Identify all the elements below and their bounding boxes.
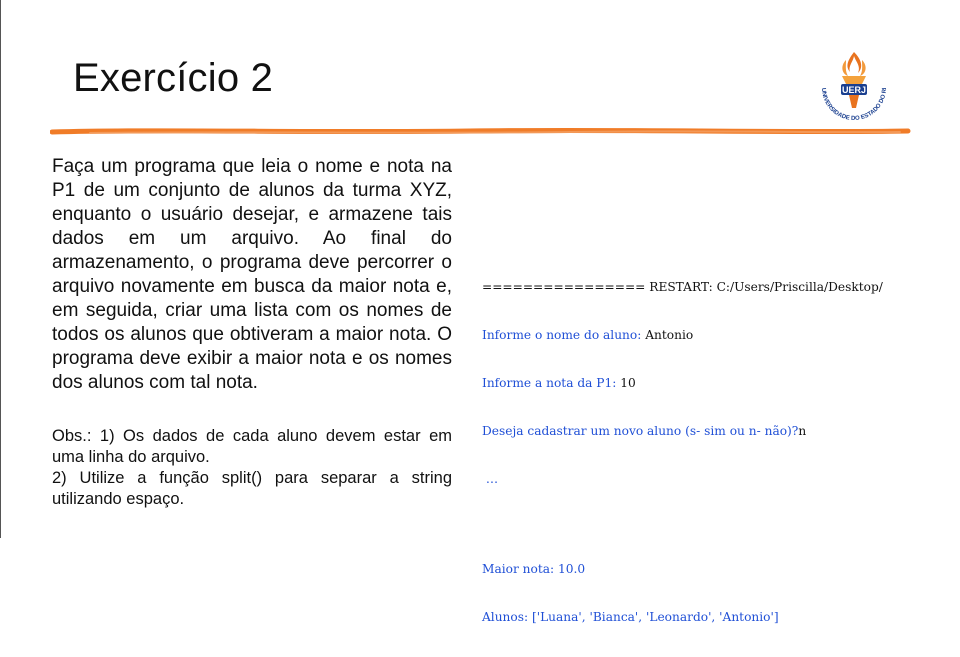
observation-1: Obs.: 1) Os dados de cada aluno devem es… bbox=[52, 427, 452, 466]
orange-divider bbox=[50, 127, 911, 135]
console-grade-input: 10 bbox=[620, 376, 636, 390]
console-grade-prompt: Informe a nota da P1: bbox=[482, 376, 621, 390]
exercise-description: Faça um programa que leia o nome e nota … bbox=[52, 156, 452, 393]
console-output: ================ RESTART: C:/Users/Prisc… bbox=[482, 247, 883, 657]
console-ellipsis: … bbox=[482, 472, 499, 486]
observation-2: 2) Utilize a função split() para separar… bbox=[52, 469, 452, 508]
slide-title: Exercício 2 bbox=[73, 56, 274, 100]
console-name-line: Informe o nome do aluno: Antonio bbox=[482, 327, 883, 343]
console-name-input: Antonio bbox=[645, 328, 694, 342]
console-name-prompt: Informe o nome do aluno: bbox=[482, 328, 646, 342]
console-students: Alunos: ['Luana', 'Bianca', 'Leonardo', … bbox=[482, 610, 779, 624]
slide-left-border bbox=[0, 0, 1, 538]
console-grade-line: Informe a nota da P1: 10 bbox=[482, 375, 883, 391]
console-continue-input: n bbox=[798, 424, 807, 438]
logo-badge-text: UERJ bbox=[842, 85, 866, 95]
observations: Obs.: 1) Os dados de cada aluno devem es… bbox=[52, 426, 452, 510]
uerj-logo-icon: UERJ UNIVERSIDADE DO ESTADO DO RIO DE JA… bbox=[812, 42, 888, 122]
console-restart-line: ================ RESTART: C:/Users/Prisc… bbox=[482, 280, 883, 294]
console-continue-prompt: Deseja cadastrar um novo aluno (s- sim o… bbox=[482, 424, 799, 438]
console-max-grade: Maior nota: 10.0 bbox=[482, 562, 586, 576]
console-continue-line: Deseja cadastrar um novo aluno (s- sim o… bbox=[482, 423, 883, 439]
slide: Exercício 2 UERJ UNIVERSIDADE DO ESTADO … bbox=[0, 0, 960, 624]
console-gap bbox=[482, 519, 883, 529]
